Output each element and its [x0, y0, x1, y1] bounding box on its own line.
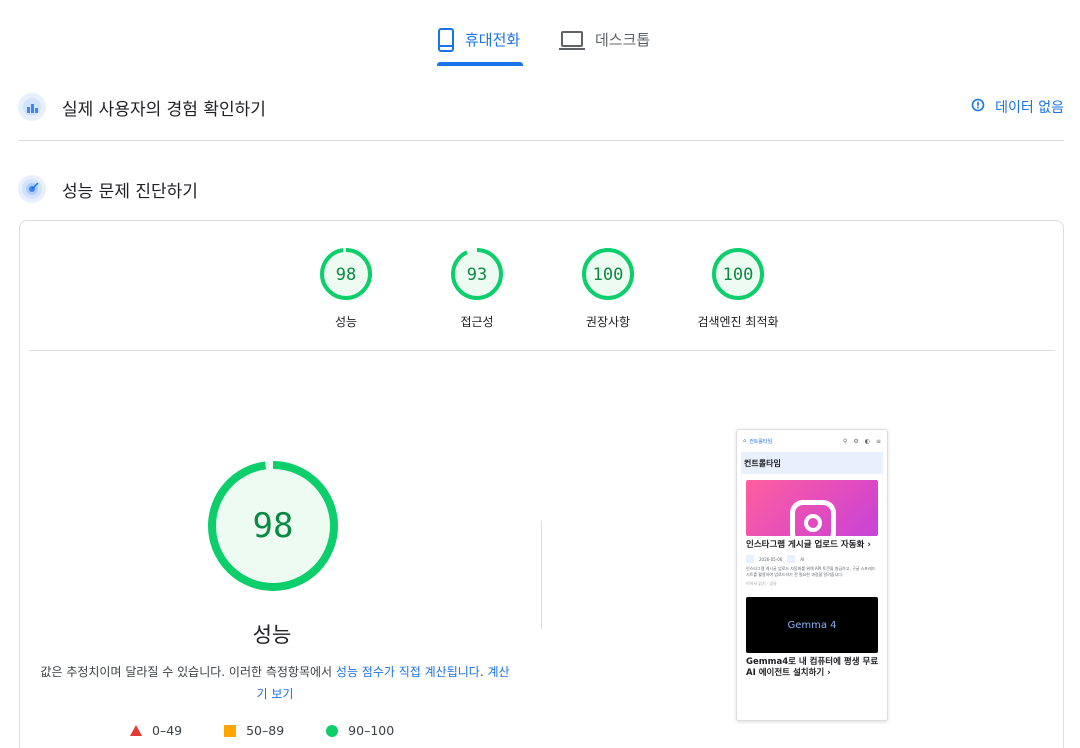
- score-legend: 0–49 50–89 90–100: [130, 723, 436, 738]
- info-circle-icon: [971, 98, 985, 116]
- menu-icon: ≡: [875, 437, 881, 445]
- score-gauge[interactable]: 100 권장사항: [548, 247, 668, 330]
- gauge-label: 성능: [334, 315, 358, 329]
- radar-icon: [18, 175, 46, 203]
- performance-gauge-large: 98: [206, 459, 340, 597]
- tab-desktop-label: 데스크톱: [595, 31, 651, 49]
- square-icon: [224, 724, 237, 737]
- gauge-score: 93: [467, 265, 487, 285]
- legend-fail: 0–49: [130, 723, 182, 738]
- gauge-label: 검색엔진 최적화: [697, 315, 779, 329]
- description-text: 값은 추정치이며 달라질 수 있습니다. 이러한 측정항목에서: [40, 665, 336, 679]
- diagnose-header: 성능 문제 진단하기: [18, 174, 1064, 204]
- gauge-label: 접근성: [460, 315, 494, 329]
- circle-icon: [326, 724, 339, 737]
- no-data-label: 데이터 없음: [995, 100, 1064, 116]
- thumb-site-name: 컨트롤타임: [749, 438, 773, 445]
- users-chart-icon: [18, 93, 46, 121]
- instagram-icon: [790, 500, 836, 536]
- triangle-icon: [130, 725, 142, 736]
- gauge-ring: 98: [320, 248, 372, 300]
- thumb-post-1: 인스타그램 게시글 업로드 자동화 › 2026-05-06 AI 인스타그램 게…: [746, 480, 879, 679]
- gauge-ring: 100: [582, 248, 634, 300]
- post1-foot: 이어서 읽기 · 공유: [746, 581, 777, 586]
- card-divider: [29, 350, 1055, 351]
- score-gauges: 98 성능 93 접근성 100 권장사항 100 검색엔진 최적화: [20, 247, 1065, 337]
- score-gauge[interactable]: 93 접근성: [417, 247, 537, 330]
- field-data-header: 실제 사용자의 경험 확인하기 데이터 없음: [18, 92, 1064, 122]
- instagram-image: [746, 480, 878, 536]
- gauge-ring: 100: [712, 248, 764, 300]
- legend-pass: 90–100: [326, 723, 394, 738]
- legend-pass-label: 90–100: [348, 723, 395, 738]
- gemma-image: Gemma 4: [746, 597, 878, 653]
- performance-description: 값은 추정치이며 달라질 수 있습니다. 이러한 측정항목에서 성능 점수가 직…: [40, 665, 510, 701]
- lighthouse-report-card: 98 성능 93 접근성 100 권장사항 100 검색엔진 최적화 98 성능 값은 추정치…: [19, 220, 1064, 748]
- search-icon: ⚲: [842, 437, 848, 445]
- thumb-icons: ⚲ ⚙ ◐ ≡: [843, 438, 881, 445]
- gauge-score: 100: [723, 265, 754, 285]
- no-data-link[interactable]: 데이터 없음: [971, 92, 1064, 122]
- tab-desktop[interactable]: 데스크톱: [559, 22, 650, 66]
- performance-label: 성능: [252, 623, 292, 647]
- post2-title: Gemma4로 내 컴퓨터에 평생 무료 AI 에이전트 설치하기 ›: [746, 657, 879, 678]
- post1-tag: AI: [800, 556, 805, 562]
- legend-average-label: 50–89: [246, 723, 285, 738]
- theme-icon: ◐: [864, 437, 870, 445]
- phone-icon: [437, 28, 455, 56]
- field-data-title: 실제 사용자의 경험 확인하기: [62, 99, 266, 120]
- tab-mobile[interactable]: 휴대전화: [437, 22, 523, 66]
- legend-average: 50–89: [224, 723, 284, 738]
- score-gauge[interactable]: 98 성능: [286, 247, 406, 330]
- gauge-score: 100: [593, 265, 624, 285]
- gauge-label: 권장사항: [585, 315, 631, 329]
- gauge-score: 98: [336, 265, 356, 285]
- post1-meta: 2026-05-06 AI: [746, 555, 879, 563]
- score-calc-link[interactable]: 성능 점수가 직접 계산됩니다: [336, 665, 480, 679]
- device-tabs: 휴대전화 데스크톱: [0, 0, 1080, 70]
- thumb-topbar: ⌂ 컨트롤타임 ⚲ ⚙ ◐ ≡: [737, 430, 887, 452]
- performance-score-large: 98: [253, 506, 294, 546]
- tab-mobile-label: 휴대전화: [465, 31, 521, 49]
- tag-icon: [787, 555, 796, 563]
- post1-title: 인스타그램 게시글 업로드 자동화 ›: [746, 540, 871, 550]
- gauge-ring: 93: [451, 248, 503, 300]
- section-divider: [18, 140, 1064, 141]
- score-gauge[interactable]: 100 검색엔진 최적화: [678, 247, 798, 330]
- thumb-header: 컨트롤타임: [741, 452, 883, 474]
- post1-date: 2026-05-06: [759, 556, 783, 562]
- gear-icon: ⚙: [853, 437, 859, 445]
- legend-fail-label: 0–49: [152, 723, 183, 738]
- calendar-icon: [746, 555, 754, 563]
- home-icon: ⌂: [743, 438, 747, 444]
- vertical-divider: [541, 521, 542, 629]
- page-screenshot: ⌂ 컨트롤타임 ⚲ ⚙ ◐ ≡ 컨트롤타임 인스타그램 게시글 업로드 자동화 › 2…: [736, 429, 888, 721]
- diagnose-title: 성능 문제 진단하기: [62, 181, 198, 202]
- laptop-icon: [559, 31, 585, 55]
- post1-body: 인스타그램 게시글 업로드 자동화를 위해 API 토큰을 발급하고, 구글 스…: [746, 566, 876, 577]
